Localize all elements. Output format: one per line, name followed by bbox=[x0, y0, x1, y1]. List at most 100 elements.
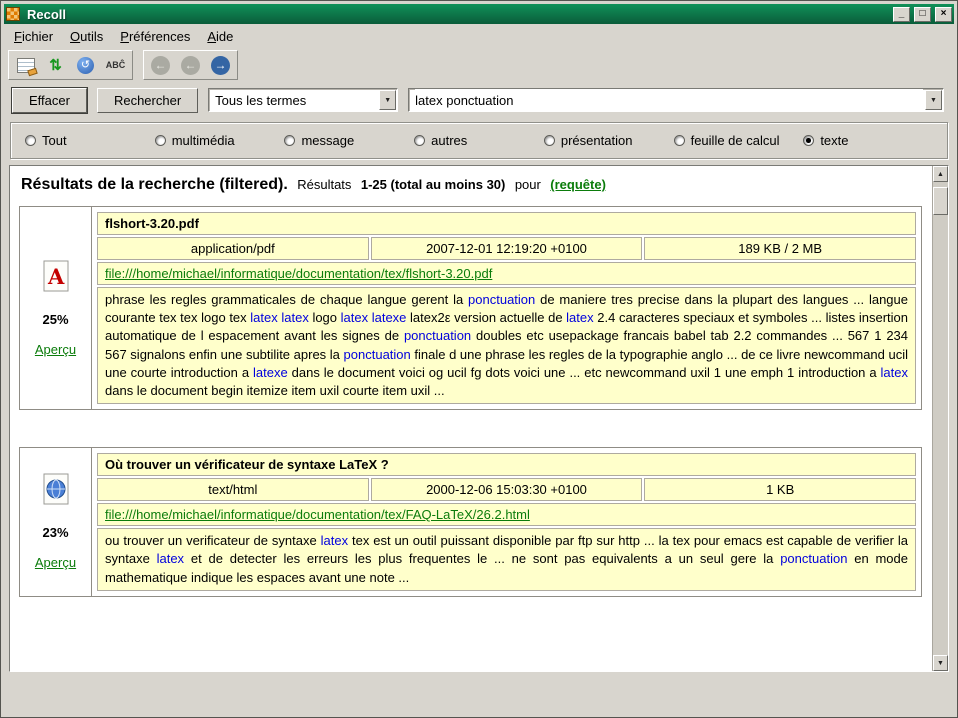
html-icon bbox=[41, 473, 71, 510]
filter-label: multimédia bbox=[172, 133, 235, 148]
scrollbar-track[interactable] bbox=[933, 182, 948, 655]
sort-by-dates-button[interactable]: ⇅ bbox=[42, 53, 69, 77]
result-size: 1 KB bbox=[644, 478, 916, 501]
app-icon bbox=[6, 7, 20, 21]
results-count-prefix: Résultats bbox=[297, 177, 351, 192]
first-page-button[interactable]: ← bbox=[147, 53, 174, 77]
result-abstract: ou trouver un verificateur de syntaxe la… bbox=[97, 528, 916, 591]
filter-label: message bbox=[301, 133, 354, 148]
relevance-score: 23% bbox=[42, 525, 68, 540]
filter-feuille-de-calcul[interactable]: feuille de calcul bbox=[674, 133, 804, 148]
menu-fichier[interactable]: Fichier bbox=[14, 29, 53, 44]
results-pour: pour bbox=[515, 177, 541, 192]
close-button[interactable]: × bbox=[935, 7, 952, 22]
results-header: Résultats de la recherche (filtered). Ré… bbox=[21, 176, 924, 194]
svg-text:A: A bbox=[47, 264, 65, 289]
result-title: Où trouver un vérificateur de syntaxe La… bbox=[97, 453, 916, 476]
query-combo[interactable]: ▼ bbox=[408, 88, 944, 112]
search-input[interactable] bbox=[415, 89, 923, 111]
term-explorer-button[interactable]: ABĈ bbox=[102, 53, 129, 77]
toolbar-group-main: ⇅ ↺ ABĈ bbox=[8, 50, 133, 80]
filter-label: feuille de calcul bbox=[691, 133, 780, 148]
scrollbar-thumb[interactable] bbox=[933, 187, 948, 215]
results-scrollbar[interactable]: ▲ ▼ bbox=[932, 166, 948, 671]
filter-autres[interactable]: autres bbox=[414, 133, 544, 148]
result-url-link[interactable]: file:///home/michael/informatique/docume… bbox=[105, 266, 492, 281]
filter-texte[interactable]: texte bbox=[803, 133, 933, 148]
clear-button[interactable]: Effacer bbox=[12, 88, 87, 113]
previous-page-icon: ← bbox=[181, 56, 200, 75]
results-area: Résultats de la recherche (filtered). Ré… bbox=[9, 165, 949, 672]
toolbar-group-nav: ← ← → bbox=[143, 50, 238, 80]
menu-aide[interactable]: Aide bbox=[207, 29, 233, 44]
filter-label: Tout bbox=[42, 133, 67, 148]
scroll-up-button[interactable]: ▲ bbox=[933, 166, 948, 182]
radio-icon bbox=[674, 135, 685, 146]
results-range: 1-25 (total au moins 30) bbox=[361, 177, 505, 192]
result-mime: application/pdf bbox=[97, 237, 369, 260]
filter-label: texte bbox=[820, 133, 848, 148]
sort-arrows-icon: ⇅ bbox=[49, 58, 62, 73]
results-list: Résultats de la recherche (filtered). Ré… bbox=[10, 166, 932, 671]
result-side-panel: 23% Aperçu bbox=[20, 448, 92, 596]
result-item-2: 23% Aperçu Où trouver un vérificateur de… bbox=[19, 447, 922, 597]
clear-search-icon bbox=[17, 58, 35, 73]
preview-link[interactable]: Aperçu bbox=[35, 555, 76, 570]
radio-icon bbox=[803, 135, 814, 146]
radio-icon bbox=[155, 135, 166, 146]
filter-label: présentation bbox=[561, 133, 633, 148]
radio-icon bbox=[25, 135, 36, 146]
result-detail: Où trouver un vérificateur de syntaxe La… bbox=[92, 448, 921, 596]
query-link[interactable]: (requête) bbox=[550, 177, 606, 192]
results-title: Résultats de la recherche (filtered). bbox=[21, 176, 288, 193]
toolbar: ⇅ ↺ ABĈ ← ← → bbox=[4, 48, 954, 82]
window-title: Recoll bbox=[24, 7, 889, 22]
menubar: Fichier Outils Préférences Aide bbox=[4, 24, 954, 48]
titlebar[interactable]: Recoll _ □ × bbox=[4, 4, 954, 24]
preview-link[interactable]: Aperçu bbox=[35, 342, 76, 357]
filter-message[interactable]: message bbox=[284, 133, 414, 148]
result-item-1: A 25% Aperçu flshort-3.20.pdf applicatio… bbox=[19, 206, 922, 410]
relevance-score: 25% bbox=[42, 312, 68, 327]
scroll-down-button[interactable]: ▼ bbox=[933, 655, 948, 671]
menu-outils[interactable]: Outils bbox=[70, 29, 103, 44]
filter-multimedia[interactable]: multimédia bbox=[155, 133, 285, 148]
result-side-panel: A 25% Aperçu bbox=[20, 207, 92, 409]
pdf-icon: A bbox=[41, 260, 71, 297]
back-to-results-button[interactable]: ↺ bbox=[72, 53, 99, 77]
previous-page-button[interactable]: ← bbox=[177, 53, 204, 77]
radio-icon bbox=[414, 135, 425, 146]
searchbar: Effacer Rechercher Tous les termes ▼ ▼ bbox=[4, 82, 954, 118]
result-abstract: phrase les regles grammaticales de chaqu… bbox=[97, 287, 916, 404]
radio-icon bbox=[544, 135, 555, 146]
first-page-icon: ← bbox=[151, 56, 170, 75]
query-history-arrow-icon[interactable]: ▼ bbox=[925, 90, 942, 110]
result-title: flshort-3.20.pdf bbox=[97, 212, 916, 235]
result-mime: text/html bbox=[97, 478, 369, 501]
result-url-link[interactable]: file:///home/michael/informatique/docume… bbox=[105, 507, 530, 522]
category-filterbar: Tout multimédia message autres présentat… bbox=[10, 122, 948, 159]
filter-tout[interactable]: Tout bbox=[25, 133, 155, 148]
search-button[interactable]: Rechercher bbox=[97, 88, 198, 113]
search-mode-select[interactable]: Tous les termes ▼ bbox=[208, 88, 398, 112]
maximize-button[interactable]: □ bbox=[914, 7, 931, 22]
clear-search-button[interactable] bbox=[12, 53, 39, 77]
eraser-icon bbox=[27, 67, 37, 75]
search-mode-value: Tous les termes bbox=[215, 93, 306, 108]
minimize-button[interactable]: _ bbox=[893, 7, 910, 22]
next-page-button[interactable]: → bbox=[207, 53, 234, 77]
result-spacer bbox=[19, 410, 924, 447]
result-size: 189 KB / 2 MB bbox=[644, 237, 916, 260]
filter-label: autres bbox=[431, 133, 467, 148]
bottom-spacer bbox=[4, 672, 954, 714]
filter-presentation[interactable]: présentation bbox=[544, 133, 674, 148]
recoll-window: Recoll _ □ × Fichier Outils Préférences … bbox=[0, 0, 958, 718]
result-date: 2007-12-01 12:19:20 +0100 bbox=[371, 237, 643, 260]
term-explorer-icon: ABĈ bbox=[106, 60, 126, 70]
menu-preferences[interactable]: Préférences bbox=[120, 29, 190, 44]
back-sphere-icon: ↺ bbox=[77, 57, 94, 74]
dropdown-arrow-icon[interactable]: ▼ bbox=[379, 90, 396, 110]
next-page-icon: → bbox=[211, 56, 230, 75]
result-detail: flshort-3.20.pdf application/pdf 2007-12… bbox=[92, 207, 921, 409]
radio-icon bbox=[284, 135, 295, 146]
